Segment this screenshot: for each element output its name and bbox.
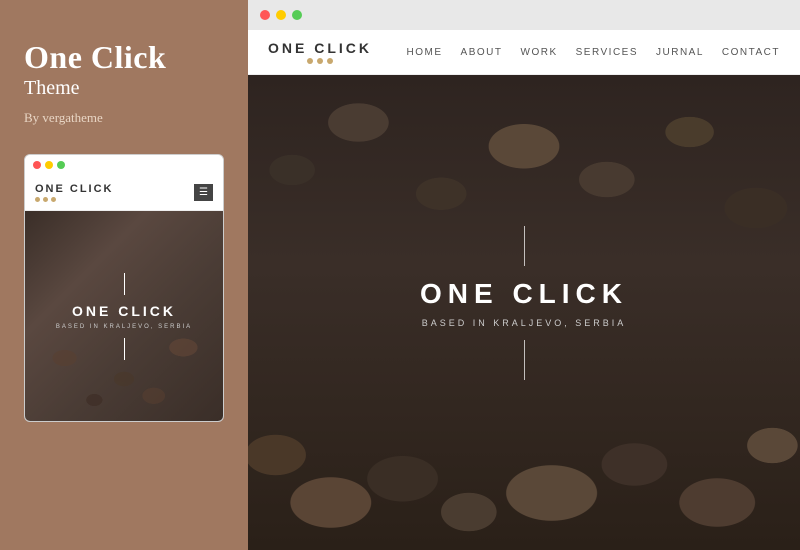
mobile-browser-chrome	[25, 155, 223, 175]
desktop-logo-dots	[307, 58, 333, 64]
mobile-browser-dots	[33, 161, 65, 169]
theme-title: One Click	[24, 40, 224, 75]
browser-dot-yellow	[276, 10, 286, 20]
mobile-logo: ONE CLICK	[35, 183, 114, 202]
desktop-browser-chrome	[248, 0, 800, 30]
desktop-logo-dot-1	[307, 58, 313, 64]
mobile-hero-subtitle: BASED IN KRALJEVO, SERBIA	[56, 324, 192, 330]
hero-title: ONE CLICK	[420, 278, 628, 310]
nav-link-services[interactable]: SERVICES	[576, 47, 638, 58]
desktop-hero: ONE CLICK BASED IN KRALJEVO, SERBIA	[248, 75, 800, 550]
browser-dot-green	[292, 10, 302, 20]
hero-subtitle: BASED IN KRALJEVO, SERBIA	[420, 318, 628, 328]
mobile-dot-red	[33, 161, 41, 169]
theme-author: By vergatheme	[24, 110, 224, 126]
browser-dot-red	[260, 10, 270, 20]
nav-link-jurnal[interactable]: JURNAL	[656, 47, 704, 58]
desktop-logo: ONE CLICK	[268, 40, 372, 64]
mobile-nav: ONE CLICK ☰	[25, 175, 223, 211]
sidebar: One Click Theme By vergatheme ONE CLICK …	[0, 0, 248, 550]
nav-link-contact[interactable]: CONTACT	[722, 47, 780, 58]
mobile-hero-content: ONE CLICK BASED IN KRALJEVO, SERBIA	[56, 273, 192, 360]
browser-content: ONE CLICK HOME ABOUT WORK SERVICES JURNA…	[248, 30, 800, 550]
nav-link-work[interactable]: WORK	[521, 47, 558, 58]
mobile-dot-yellow	[45, 161, 53, 169]
mobile-logo-dots	[35, 197, 114, 202]
hero-content: ONE CLICK BASED IN KRALJEVO, SERBIA	[420, 226, 628, 380]
hero-line-top	[524, 226, 525, 266]
mobile-preview-card: ONE CLICK ☰ ONE CLICK BASED IN KRALJEVO,…	[24, 154, 224, 422]
mobile-menu-icon[interactable]: ☰	[194, 184, 213, 201]
desktop-logo-dot-3	[327, 58, 333, 64]
mobile-hero-title: ONE CLICK	[56, 303, 192, 319]
mobile-dot-green	[57, 161, 65, 169]
nav-link-home[interactable]: HOME	[407, 47, 443, 58]
mobile-logo-dot-2	[43, 197, 48, 202]
desktop-preview: ONE CLICK HOME ABOUT WORK SERVICES JURNA…	[248, 0, 800, 550]
theme-subtitle: Theme	[24, 77, 224, 100]
mobile-logo-text: ONE CLICK	[35, 183, 114, 195]
hero-line-bottom	[524, 340, 525, 380]
nav-link-about[interactable]: ABOUT	[461, 47, 503, 58]
desktop-logo-dot-2	[317, 58, 323, 64]
desktop-nav: ONE CLICK HOME ABOUT WORK SERVICES JURNA…	[248, 30, 800, 75]
mobile-hero: ONE CLICK BASED IN KRALJEVO, SERBIA	[25, 211, 223, 421]
mobile-logo-dot-1	[35, 197, 40, 202]
mobile-logo-dot-3	[51, 197, 56, 202]
desktop-nav-links: HOME ABOUT WORK SERVICES JURNAL CONTACT	[407, 47, 780, 58]
mobile-hero-line-bottom	[124, 338, 125, 360]
mobile-hero-line-top	[124, 273, 125, 295]
desktop-logo-text: ONE CLICK	[268, 40, 372, 56]
